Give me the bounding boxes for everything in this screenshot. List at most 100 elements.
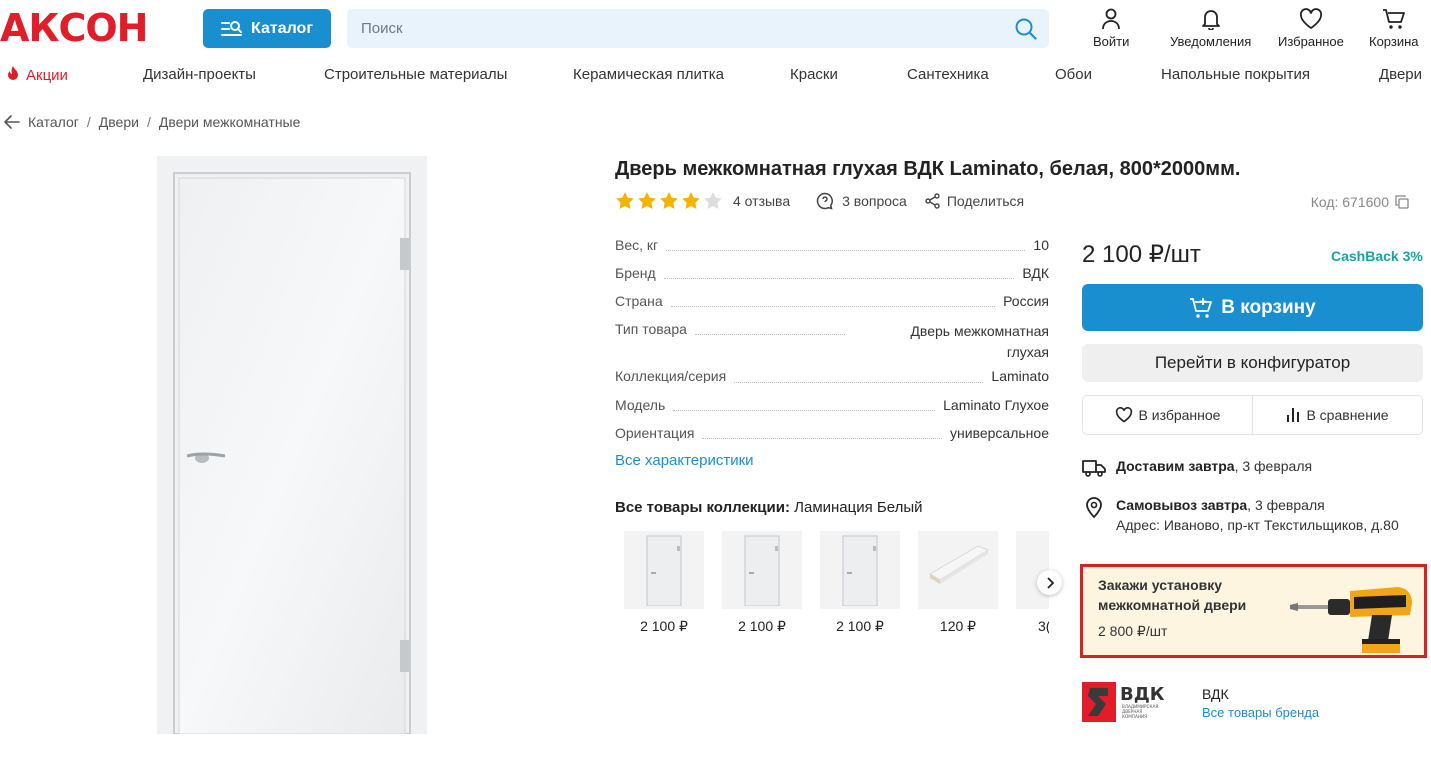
user-icon [1102, 8, 1121, 30]
collection-price: 3( [1038, 618, 1049, 634]
star-icon [682, 192, 700, 209]
search-icon[interactable] [1015, 18, 1037, 40]
collection-price: 2 100 ₽ [738, 618, 786, 634]
star-icon [660, 192, 678, 209]
breadcrumb: Каталог / Двери / Двери межкомнатные [4, 114, 300, 130]
collection-thumb [820, 531, 900, 609]
bell-icon [1201, 10, 1220, 30]
notifications-button[interactable]: Уведомления [1170, 8, 1251, 49]
catalog-menu-icon [221, 20, 242, 36]
spec-row: Тип товара Дверь межкомнатная глухая [615, 321, 1049, 360]
carousel-next-button[interactable] [1037, 570, 1062, 595]
promo-price: 2 800 ₽/шт [1098, 623, 1168, 639]
share-link[interactable]: Поделиться [947, 193, 1024, 209]
spec-row: Модель Laminato Глухое [615, 397, 1049, 413]
collection-thumb [918, 531, 998, 609]
collection-item[interactable]: 2 100 ₽ [624, 531, 704, 635]
brand-logo[interactable]: ВДК ВЛАДИМИРСКАЯ ДВЕРНАЯ КОМПАНИЯ [1082, 682, 1178, 722]
reviews-link[interactable]: 4 отзыва [733, 193, 790, 209]
compare-bars-icon [1287, 408, 1300, 422]
catalog-button[interactable]: Каталог [203, 9, 331, 48]
configurator-button[interactable]: Перейти в конфигуратор [1082, 344, 1423, 382]
add-to-cart-label: В корзину [1221, 296, 1316, 318]
login-button[interactable]: Войти [1093, 8, 1129, 49]
product-image[interactable] [157, 156, 427, 734]
catalog-label: Каталог [251, 19, 313, 37]
pickup-info: Самовывоз завтра, 3 февраля Адрес: Ивано… [1082, 495, 1399, 535]
collection-thumb [722, 531, 802, 609]
nav-item-design[interactable]: Дизайн-проекты [143, 66, 256, 83]
drill-icon [1290, 587, 1412, 653]
add-favorite-button[interactable]: В избранное [1083, 396, 1252, 434]
spec-row: Вес, кг 10 [615, 237, 1049, 253]
collection-price: 120 ₽ [939, 618, 977, 634]
favorites-button[interactable]: Избранное [1278, 8, 1344, 49]
collection-thumb [624, 531, 704, 609]
collection-name[interactable]: Ламинация Белый [794, 499, 922, 516]
star-icon [616, 192, 634, 209]
breadcrumb-catalog[interactable]: Каталог [28, 114, 79, 130]
notifications-label: Уведомления [1170, 34, 1252, 49]
nav-item-tiles[interactable]: Керамическая плитка [573, 66, 724, 83]
nav-item-building[interactable]: Строительные материалы [324, 66, 507, 83]
search-input[interactable] [347, 9, 987, 48]
breadcrumb-separator: / [146, 114, 151, 130]
add-compare-button[interactable]: В сравнение [1252, 396, 1422, 434]
collection-item[interactable]: 120 ₽ [918, 531, 998, 635]
collection-title: Все товары коллекции: Ламинация Белый [615, 499, 923, 516]
fav-compare-group: В избранное В сравнение [1082, 395, 1423, 435]
breadcrumb-separator: / [86, 114, 91, 130]
spec-row: Страна Россия [615, 293, 1049, 309]
promo-title: Закажи установку межкомнатной двери [1098, 577, 1247, 613]
spec-row: Ориентация универсальное [615, 425, 1049, 441]
pickup-address: Адрес: Иваново, пр-кт Текстильщиков, д.8… [1116, 517, 1399, 533]
question-icon [816, 192, 834, 210]
nav-item-flooring[interactable]: Напольные покрытия [1161, 66, 1310, 83]
favorites-label: Избранное [1278, 34, 1344, 49]
product-title: Дверь межкомнатная глухая ВДК Laminato, … [615, 158, 1241, 180]
nav-item-promotions[interactable]: Акции [6, 66, 68, 84]
questions-link[interactable]: 3 вопроса [842, 193, 907, 209]
category-nav: Акции Дизайн-проекты Строительные матери… [0, 66, 1431, 88]
cart-label: Корзина [1369, 34, 1419, 49]
nav-item-wallpaper[interactable]: Обои [1055, 66, 1092, 83]
nav-item-paints[interactable]: Краски [790, 66, 838, 83]
rating-bar: 4 отзыва 3 вопроса Поделиться [615, 191, 1024, 211]
breadcrumb-interior-doors[interactable]: Двери межкомнатные [159, 114, 301, 130]
brand-products-link[interactable]: Все товары бренда [1202, 705, 1319, 720]
cart-header-button[interactable]: Корзина [1369, 8, 1419, 49]
location-pin-icon [1086, 497, 1102, 519]
cart-icon [1382, 9, 1405, 29]
login-label: Войти [1093, 34, 1130, 49]
chevron-right-icon [1046, 576, 1054, 589]
heart-icon [1115, 407, 1132, 423]
collection-price: 2 100 ₽ [836, 618, 884, 634]
back-arrow-icon[interactable] [4, 115, 20, 129]
nav-item-plumbing[interactable]: Сантехника [907, 66, 989, 83]
star-icon [704, 192, 722, 209]
search-bar [347, 9, 1049, 48]
star-icon [638, 192, 656, 209]
installation-promo-banner[interactable]: Закажи установку межкомнатной двери 2 800… [1080, 564, 1427, 658]
brand-name: ВДК [1202, 686, 1229, 702]
product-code: Код: 671600 [1311, 194, 1409, 210]
svg-text:ВДК: ВДК [1120, 684, 1165, 705]
price: 2 100 ₽/шт [1082, 241, 1201, 268]
fire-icon [8, 66, 18, 80]
collection-item[interactable]: 2 100 ₽ [722, 531, 802, 635]
truck-icon [1082, 460, 1106, 477]
site-logo[interactable]: АКСОН [0, 6, 148, 50]
cart-plus-icon [1190, 297, 1213, 318]
cashback-badge: CashBack 3% [1331, 248, 1423, 264]
svg-text:КОМПАНИЯ: КОМПАНИЯ [1122, 714, 1147, 719]
nav-item-doors[interactable]: Двери [1379, 66, 1422, 83]
collection-item[interactable]: 2 100 ₽ [820, 531, 900, 635]
all-specs-link[interactable]: Все характеристики [615, 452, 754, 469]
copy-icon[interactable] [1395, 195, 1409, 209]
delivery-info: Доставим завтра, 3 февраля [1082, 458, 1312, 478]
heart-icon [1299, 8, 1322, 29]
add-to-cart-button[interactable]: В корзину [1082, 284, 1423, 331]
breadcrumb-doors[interactable]: Двери [99, 114, 139, 130]
share-icon [925, 193, 940, 209]
spec-row: Бренд ВДК [615, 265, 1049, 281]
